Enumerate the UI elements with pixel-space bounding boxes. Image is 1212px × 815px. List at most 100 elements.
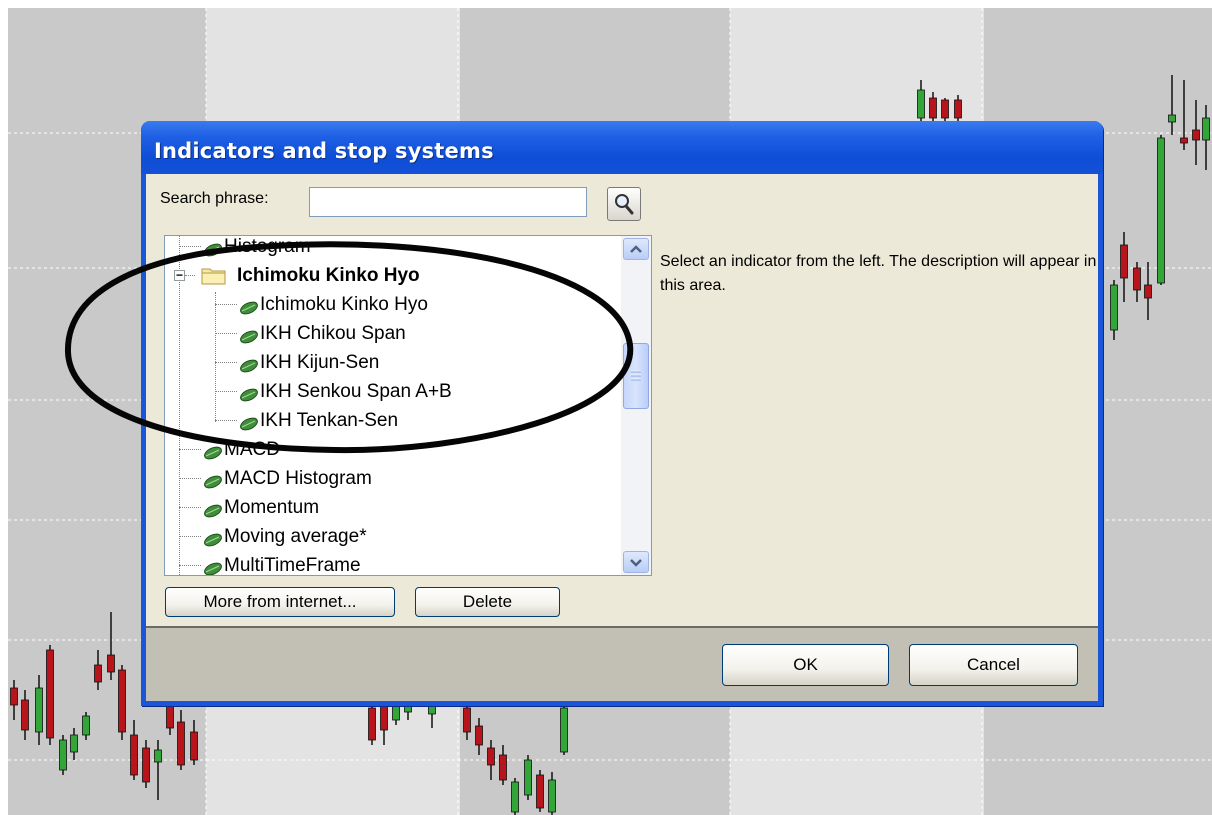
dialog-title: Indicators and stop systems bbox=[154, 139, 494, 163]
tree-connector bbox=[215, 391, 237, 392]
candle-body bbox=[499, 754, 507, 781]
indicator-tree[interactable]: Histogram − Ichimoku Kinko Hyo Ichimoku Kin… bbox=[164, 235, 652, 576]
tree-leaf-item[interactable]: IKH Tenkan-Sen bbox=[165, 406, 625, 435]
candle-body bbox=[941, 99, 949, 119]
candle-body bbox=[954, 99, 962, 119]
candle-body bbox=[35, 687, 43, 733]
indicator-leaf-icon bbox=[201, 557, 223, 575]
tree-leaf-item[interactable]: MultiTimeFrame bbox=[165, 551, 625, 576]
candle-body bbox=[1120, 244, 1128, 279]
candle-body bbox=[1144, 284, 1152, 299]
tree-item-label: Momentum bbox=[224, 497, 320, 518]
indicator-leaf-icon bbox=[237, 354, 259, 373]
candle-body bbox=[21, 699, 29, 731]
indicator-leaf-icon bbox=[237, 325, 259, 344]
candle-body bbox=[511, 781, 519, 813]
candle-body bbox=[536, 774, 544, 809]
indicators-dialog: Indicators and stop systems Search phras… bbox=[141, 121, 1103, 706]
candle-body bbox=[487, 747, 495, 766]
tree-item-label: Ichimoku Kinko Hyo bbox=[237, 265, 420, 286]
dialog-titlebar[interactable]: Indicators and stop systems bbox=[141, 121, 1103, 174]
candle-body bbox=[82, 715, 90, 736]
tree-item-label: MACD Histogram bbox=[224, 468, 372, 489]
candle-body bbox=[560, 707, 568, 753]
candle-body bbox=[142, 747, 150, 783]
tree-item-label: MultiTimeFrame bbox=[224, 555, 361, 576]
tree-leaf-item[interactable]: Histogram bbox=[165, 236, 625, 261]
candle bbox=[368, 705, 376, 745]
delete-button[interactable]: Delete bbox=[415, 587, 560, 617]
dialog-client-area: Search phrase: Histogram − Ichimoku Kinko … bbox=[146, 174, 1098, 626]
candle bbox=[536, 770, 544, 812]
cancel-button[interactable]: Cancel bbox=[909, 644, 1078, 686]
tree-item-label: IKH Kijun-Sen bbox=[260, 352, 380, 373]
candle-body bbox=[368, 707, 376, 741]
candle-body bbox=[70, 734, 78, 753]
tree-leaf-item[interactable]: Ichimoku Kinko Hyo bbox=[165, 290, 625, 319]
tree-connector bbox=[215, 304, 237, 305]
magnifier-icon bbox=[615, 194, 634, 215]
indicator-leaf-icon bbox=[201, 441, 223, 460]
indicator-leaf-icon bbox=[201, 499, 223, 518]
indicator-leaf-icon bbox=[237, 383, 259, 402]
candle-body bbox=[917, 89, 925, 119]
candle-body bbox=[1168, 114, 1176, 123]
candle-body bbox=[929, 97, 937, 119]
tree-item-label: IKH Chikou Span bbox=[260, 323, 406, 344]
tree-scrollbar[interactable] bbox=[621, 236, 651, 575]
tree-leaf-item[interactable]: IKH Kijun-Sen bbox=[165, 348, 625, 377]
scroll-down-button[interactable] bbox=[623, 551, 649, 573]
tree-connector bbox=[179, 246, 201, 247]
search-button[interactable] bbox=[607, 187, 641, 221]
candle bbox=[511, 778, 519, 815]
candle-body bbox=[524, 759, 532, 796]
candle bbox=[941, 98, 949, 121]
tree-leaf-item[interactable]: IKH Senkou Span A+B bbox=[165, 377, 625, 406]
candle-body bbox=[463, 707, 471, 733]
tree-item-label: IKH Tenkan-Sen bbox=[260, 410, 399, 431]
candle-body bbox=[190, 731, 198, 761]
candle-body bbox=[166, 705, 174, 729]
candle-body bbox=[404, 705, 412, 713]
tree-item-label: IKH Senkou Span A+B bbox=[260, 381, 452, 402]
candle bbox=[524, 755, 532, 800]
tree-leaf-item[interactable]: MACD Histogram bbox=[165, 464, 625, 493]
candle-body bbox=[46, 649, 54, 739]
candle bbox=[1157, 135, 1165, 285]
dialog-footer: OK Cancel bbox=[146, 626, 1098, 701]
tree-item-label: Moving average* bbox=[224, 526, 367, 547]
tree-connector bbox=[179, 565, 201, 566]
tree-connector bbox=[179, 478, 201, 479]
tree-group-item[interactable]: − Ichimoku Kinko Hyo bbox=[165, 261, 625, 290]
tree-leaf-item[interactable]: IKH Chikou Span bbox=[165, 319, 625, 348]
tree-connector bbox=[215, 420, 237, 421]
tree-item-label: MACD bbox=[224, 439, 280, 460]
scroll-thumb[interactable] bbox=[623, 343, 649, 409]
tree-leaf-item[interactable]: Moving average* bbox=[165, 522, 625, 551]
collapse-toggle[interactable]: − bbox=[174, 269, 185, 281]
candle bbox=[46, 645, 54, 745]
tree-leaf-item[interactable]: MACD bbox=[165, 435, 625, 464]
more-from-internet-button[interactable]: More from internet... bbox=[165, 587, 395, 617]
candle-body bbox=[1133, 267, 1141, 291]
indicator-leaf-icon bbox=[237, 296, 259, 315]
candle-body bbox=[475, 725, 483, 746]
candle-body bbox=[59, 739, 67, 771]
candle-body bbox=[177, 721, 185, 766]
tree-item-label: Histogram bbox=[224, 236, 311, 257]
tree-connector bbox=[179, 507, 201, 508]
scroll-up-button[interactable] bbox=[623, 238, 649, 260]
candle-body bbox=[1110, 284, 1118, 331]
candle-body bbox=[1180, 137, 1188, 144]
candle-body bbox=[1202, 117, 1210, 141]
candle bbox=[560, 705, 568, 755]
search-label: Search phrase: bbox=[160, 190, 269, 207]
tree-leaf-item[interactable]: Momentum bbox=[165, 493, 625, 522]
candle-body bbox=[380, 705, 388, 731]
indicator-leaf-icon bbox=[201, 528, 223, 547]
indicator-leaf-icon bbox=[201, 238, 223, 257]
search-input[interactable] bbox=[309, 187, 587, 217]
ok-button[interactable]: OK bbox=[722, 644, 889, 686]
candle-body bbox=[392, 705, 400, 721]
tree-item-label: Ichimoku Kinko Hyo bbox=[260, 294, 428, 315]
